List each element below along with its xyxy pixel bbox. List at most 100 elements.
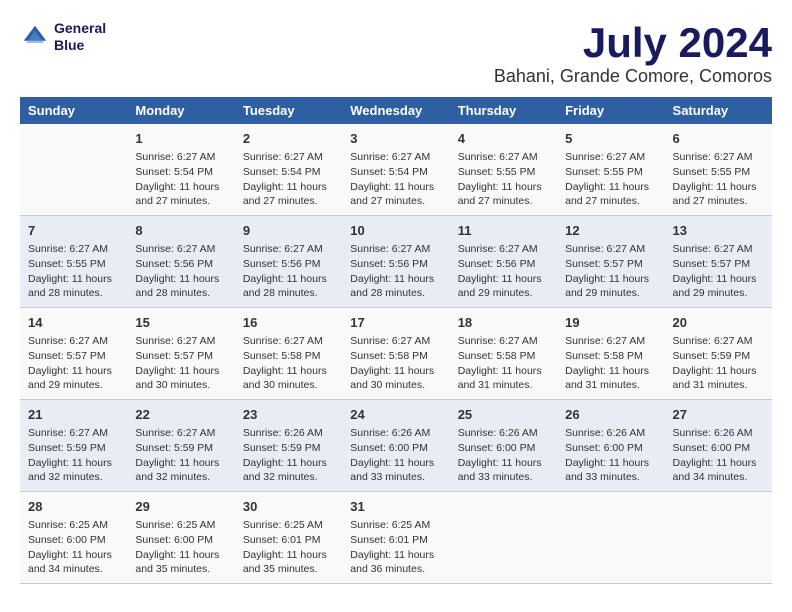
calendar-cell: 14 Sunrise: 6:27 AM Sunset: 5:57 PM Dayli… — [20, 308, 127, 400]
subtitle: Bahani, Grande Comore, Comoros — [494, 66, 772, 87]
calendar-cell: 17Sunrise: 6:27 AM Sunset: 5:58 PM Dayli… — [342, 308, 449, 400]
cell-content: Sunrise: 6:26 AM Sunset: 5:59 PM Dayligh… — [243, 426, 334, 485]
cell-content: Sunrise: 6:27 AM Sunset: 5:56 PM Dayligh… — [458, 242, 549, 301]
logo: General Blue — [20, 20, 106, 54]
cell-content: Sunrise: 6:27 AM Sunset: 5:57 PM Dayligh… — [565, 242, 656, 301]
column-header-wednesday: Wednesday — [342, 97, 449, 124]
calendar-cell: 1 Sunrise: 6:27 AM Sunset: 5:54 PM Daylig… — [127, 124, 234, 215]
cell-content: Sunrise: 6:27 AM Sunset: 5:56 PM Dayligh… — [243, 242, 334, 301]
calendar-week-row: 28Sunrise: 6:25 AM Sunset: 6:00 PM Dayli… — [20, 491, 772, 583]
calendar-week-row: 14 Sunrise: 6:27 AM Sunset: 5:57 PM Dayli… — [20, 308, 772, 400]
day-number: 14 — [28, 314, 119, 332]
day-number: 18 — [458, 314, 549, 332]
day-number: 30 — [243, 498, 334, 516]
cell-content: Sunrise: 6:27 AM Sunset: 5:57 PM Dayligh… — [28, 334, 119, 393]
column-header-friday: Friday — [557, 97, 664, 124]
calendar-week-row: 7Sunrise: 6:27 AM Sunset: 5:55 PM Daylig… — [20, 216, 772, 308]
calendar-cell: 13 Sunrise: 6:27 AM Sunset: 5:57 PM Dayli… — [665, 216, 772, 308]
cell-content: Sunrise: 6:26 AM Sunset: 6:00 PM Dayligh… — [565, 426, 656, 485]
day-number: 2 — [243, 130, 334, 148]
column-header-monday: Monday — [127, 97, 234, 124]
cell-content: Sunrise: 6:27 AM Sunset: 5:55 PM Dayligh… — [28, 242, 119, 301]
day-number: 31 — [350, 498, 441, 516]
cell-content: Sunrise: 6:27 AM Sunset: 5:54 PM Dayligh… — [350, 150, 441, 209]
calendar-cell: 9 Sunrise: 6:27 AM Sunset: 5:56 PM Daylig… — [235, 216, 342, 308]
cell-content: Sunrise: 6:27 AM Sunset: 5:58 PM Dayligh… — [565, 334, 656, 393]
calendar-cell: 26Sunrise: 6:26 AM Sunset: 6:00 PM Dayli… — [557, 400, 664, 492]
calendar-cell: 10Sunrise: 6:27 AM Sunset: 5:56 PM Dayli… — [342, 216, 449, 308]
cell-content: Sunrise: 6:27 AM Sunset: 5:57 PM Dayligh… — [673, 242, 764, 301]
calendar-cell: 28Sunrise: 6:25 AM Sunset: 6:00 PM Dayli… — [20, 491, 127, 583]
cell-content: Sunrise: 6:27 AM Sunset: 5:55 PM Dayligh… — [673, 150, 764, 209]
calendar-cell: 31 Sunrise: 6:25 AM Sunset: 6:01 PM Dayli… — [342, 491, 449, 583]
calendar-cell: 16 Sunrise: 6:27 AM Sunset: 5:58 PM Dayli… — [235, 308, 342, 400]
calendar-table: SundayMondayTuesdayWednesdayThursdayFrid… — [20, 97, 772, 584]
cell-content: Sunrise: 6:27 AM Sunset: 5:58 PM Dayligh… — [458, 334, 549, 393]
calendar-cell: 23 Sunrise: 6:26 AM Sunset: 5:59 PM Dayli… — [235, 400, 342, 492]
day-number: 13 — [673, 222, 764, 240]
cell-content: Sunrise: 6:25 AM Sunset: 6:00 PM Dayligh… — [135, 518, 226, 577]
day-number: 23 — [243, 406, 334, 424]
day-number: 16 — [243, 314, 334, 332]
calendar-cell: 18 Sunrise: 6:27 AM Sunset: 5:58 PM Dayli… — [450, 308, 557, 400]
cell-content: Sunrise: 6:26 AM Sunset: 6:00 PM Dayligh… — [350, 426, 441, 485]
cell-content: Sunrise: 6:27 AM Sunset: 5:57 PM Dayligh… — [135, 334, 226, 393]
calendar-week-row: 21 Sunrise: 6:27 AM Sunset: 5:59 PM Dayli… — [20, 400, 772, 492]
day-number: 11 — [458, 222, 549, 240]
calendar-cell — [665, 491, 772, 583]
cell-content: Sunrise: 6:27 AM Sunset: 5:59 PM Dayligh… — [135, 426, 226, 485]
title-section: July 2024 Bahani, Grande Comore, Comoros — [494, 20, 772, 87]
main-title: July 2024 — [494, 20, 772, 66]
calendar-cell: 11 Sunrise: 6:27 AM Sunset: 5:56 PM Dayli… — [450, 216, 557, 308]
calendar-cell: 19Sunrise: 6:27 AM Sunset: 5:58 PM Dayli… — [557, 308, 664, 400]
calendar-cell: 7Sunrise: 6:27 AM Sunset: 5:55 PM Daylig… — [20, 216, 127, 308]
day-number: 1 — [135, 130, 226, 148]
calendar-cell: 20 Sunrise: 6:27 AM Sunset: 5:59 PM Dayli… — [665, 308, 772, 400]
cell-content: Sunrise: 6:27 AM Sunset: 5:55 PM Dayligh… — [458, 150, 549, 209]
column-header-sunday: Sunday — [20, 97, 127, 124]
day-number: 25 — [458, 406, 549, 424]
day-number: 29 — [135, 498, 226, 516]
calendar-week-row: 1 Sunrise: 6:27 AM Sunset: 5:54 PM Daylig… — [20, 124, 772, 215]
calendar-cell — [450, 491, 557, 583]
day-number: 21 — [28, 406, 119, 424]
cell-content: Sunrise: 6:27 AM Sunset: 5:55 PM Dayligh… — [565, 150, 656, 209]
calendar-cell: 27 Sunrise: 6:26 AM Sunset: 6:00 PM Dayli… — [665, 400, 772, 492]
day-number: 20 — [673, 314, 764, 332]
day-number: 6 — [673, 130, 764, 148]
day-number: 17 — [350, 314, 441, 332]
calendar-header-row: SundayMondayTuesdayWednesdayThursdayFrid… — [20, 97, 772, 124]
cell-content: Sunrise: 6:26 AM Sunset: 6:00 PM Dayligh… — [673, 426, 764, 485]
calendar-cell: 30Sunrise: 6:25 AM Sunset: 6:01 PM Dayli… — [235, 491, 342, 583]
day-number: 24 — [350, 406, 441, 424]
column-header-saturday: Saturday — [665, 97, 772, 124]
logo-text: General Blue — [54, 20, 106, 54]
day-number: 9 — [243, 222, 334, 240]
day-number: 12 — [565, 222, 656, 240]
cell-content: Sunrise: 6:27 AM Sunset: 5:54 PM Dayligh… — [135, 150, 226, 209]
cell-content: Sunrise: 6:27 AM Sunset: 5:58 PM Dayligh… — [243, 334, 334, 393]
calendar-cell: 12 Sunrise: 6:27 AM Sunset: 5:57 PM Dayli… — [557, 216, 664, 308]
calendar-cell: 24 Sunrise: 6:26 AM Sunset: 6:00 PM Dayli… — [342, 400, 449, 492]
cell-content: Sunrise: 6:27 AM Sunset: 5:56 PM Dayligh… — [135, 242, 226, 301]
calendar-cell — [557, 491, 664, 583]
day-number: 22 — [135, 406, 226, 424]
column-header-thursday: Thursday — [450, 97, 557, 124]
cell-content: Sunrise: 6:27 AM Sunset: 5:59 PM Dayligh… — [673, 334, 764, 393]
column-header-tuesday: Tuesday — [235, 97, 342, 124]
day-number: 5 — [565, 130, 656, 148]
calendar-cell: 25 Sunrise: 6:26 AM Sunset: 6:00 PM Dayli… — [450, 400, 557, 492]
calendar-cell: 21 Sunrise: 6:27 AM Sunset: 5:59 PM Dayli… — [20, 400, 127, 492]
cell-content: Sunrise: 6:25 AM Sunset: 6:01 PM Dayligh… — [350, 518, 441, 577]
day-number: 27 — [673, 406, 764, 424]
cell-content: Sunrise: 6:27 AM Sunset: 5:59 PM Dayligh… — [28, 426, 119, 485]
calendar-cell: 8 Sunrise: 6:27 AM Sunset: 5:56 PM Daylig… — [127, 216, 234, 308]
calendar-cell: 2 Sunrise: 6:27 AM Sunset: 5:54 PM Daylig… — [235, 124, 342, 215]
page-header: General Blue July 2024 Bahani, Grande Co… — [20, 20, 772, 87]
day-number: 8 — [135, 222, 226, 240]
cell-content: Sunrise: 6:26 AM Sunset: 6:00 PM Dayligh… — [458, 426, 549, 485]
calendar-cell: 6 Sunrise: 6:27 AM Sunset: 5:55 PM Daylig… — [665, 124, 772, 215]
calendar-cell — [20, 124, 127, 215]
calendar-cell: 15Sunrise: 6:27 AM Sunset: 5:57 PM Dayli… — [127, 308, 234, 400]
cell-content: Sunrise: 6:27 AM Sunset: 5:54 PM Dayligh… — [243, 150, 334, 209]
